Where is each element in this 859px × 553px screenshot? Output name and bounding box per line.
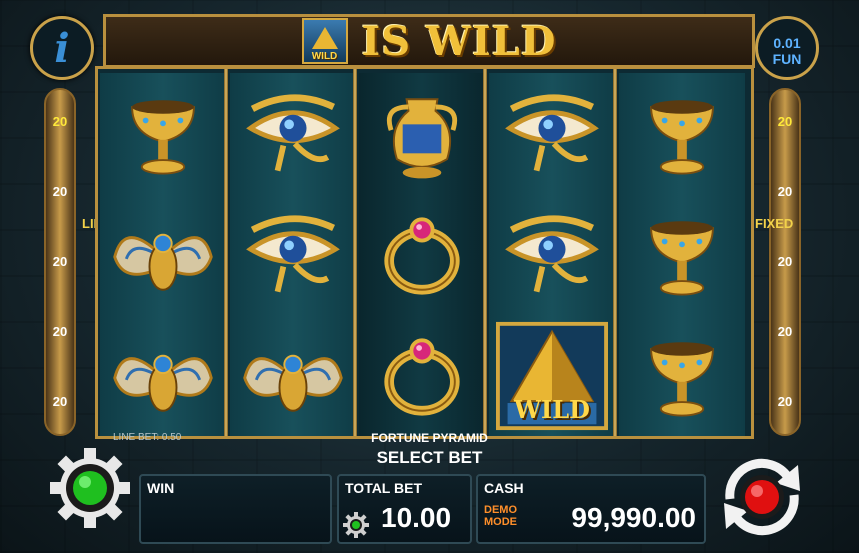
- line-number: 20: [52, 324, 68, 339]
- reel-5: [619, 73, 745, 436]
- info-button[interactable]: i: [30, 16, 94, 80]
- golden-chalice-icon: [650, 99, 714, 175]
- bet-settings-gear-icon[interactable]: [343, 512, 369, 538]
- denomination-display[interactable]: 0.01 FUN: [755, 16, 819, 80]
- spin-button[interactable]: [712, 447, 812, 552]
- cash-value: 99,990.00: [571, 502, 696, 533]
- info-icon: i: [54, 24, 70, 72]
- line-number: 20: [777, 254, 793, 269]
- gear-icon: [50, 448, 130, 528]
- win-panel: WIN: [139, 474, 332, 544]
- line-number: 20: [52, 254, 68, 269]
- total-bet-label: TOTAL BET: [345, 480, 422, 496]
- eye-of-horus-icon: [246, 93, 340, 171]
- line-number: 20: [52, 184, 68, 199]
- banner-title: IS WILD: [361, 17, 557, 65]
- banner: WILD IS WILD: [103, 14, 755, 68]
- wild-label: WILD: [514, 395, 590, 424]
- eye-of-horus-icon: [505, 214, 599, 292]
- banner-icon-label: WILD: [311, 51, 338, 62]
- line-number: 20: [777, 114, 793, 129]
- line-number: 20: [777, 324, 793, 339]
- symbol-golden-chalice: [619, 73, 745, 194]
- symbol-pyramid-wild: WILD: [489, 315, 615, 436]
- symbol-eye-of-horus: [489, 73, 615, 194]
- game-name: FORTUNE PYRAMID: [371, 431, 488, 445]
- lines-panel-left: 20 20 20 20 20: [44, 88, 76, 436]
- reel-2: [230, 73, 356, 436]
- golden-chalice-icon: [650, 341, 714, 417]
- ruby-ring-icon: [384, 216, 460, 295]
- lines-panel-right: 20 20 20 20 20: [769, 88, 801, 436]
- line-number: 20: [777, 394, 793, 409]
- scarab-icon: [113, 354, 213, 412]
- symbol-ruby-ring: [359, 315, 485, 436]
- symbol-eye-of-horus: [489, 194, 615, 315]
- reel-1: [100, 73, 226, 436]
- spin-arrows-icon: [724, 458, 800, 536]
- fixed-label: FIXED: [755, 215, 793, 233]
- reel-divider: [353, 69, 357, 436]
- settings-light: [73, 471, 107, 505]
- symbol-golden-vase: [359, 73, 485, 194]
- eye-of-horus-icon: [505, 93, 599, 171]
- symbol-scarab: [100, 315, 226, 436]
- symbol-golden-chalice: [619, 194, 745, 315]
- total-bet-panel[interactable]: TOTAL BET 10.00: [337, 474, 472, 544]
- line-number: 20: [52, 114, 68, 129]
- line-number: 20: [52, 394, 68, 409]
- cash-panel: CASH DEMO MODE 99,990.00: [476, 474, 706, 544]
- scarab-icon: [113, 233, 213, 291]
- ruby-ring-icon: [384, 337, 460, 416]
- demo-line-2: MODE: [484, 516, 517, 528]
- reel-divider: [224, 69, 228, 436]
- symbol-scarab: [100, 194, 226, 315]
- scarab-icon: [243, 354, 343, 412]
- symbol-ruby-ring: [359, 194, 485, 315]
- golden-chalice-icon: [131, 99, 195, 175]
- symbol-eye-of-horus: [230, 194, 356, 315]
- eye-of-horus-icon: [246, 214, 340, 292]
- symbol-golden-chalice: [100, 73, 226, 194]
- denomination-value: 0.01: [773, 35, 801, 51]
- spin-light: [745, 480, 779, 514]
- total-bet-value: 10.00: [381, 502, 452, 533]
- reel-area: WILD: [95, 66, 754, 439]
- reel-3: [359, 73, 485, 436]
- reel-divider: [613, 69, 617, 436]
- settings-button[interactable]: [48, 446, 132, 535]
- win-label: WIN: [147, 480, 175, 496]
- golden-vase-icon: [386, 97, 458, 178]
- lines-label: LINES: [82, 215, 120, 233]
- currency-label: FUN: [772, 51, 802, 67]
- demo-line-1: DEMO: [484, 504, 517, 516]
- line-number: 20: [777, 184, 793, 199]
- symbol-golden-chalice: [619, 315, 745, 436]
- symbol-eye-of-horus: [230, 73, 356, 194]
- symbol-scarab: [230, 315, 356, 436]
- reel-divider: [483, 69, 487, 436]
- golden-chalice-icon: [650, 220, 714, 296]
- cash-label: CASH: [484, 480, 524, 496]
- demo-mode-label: DEMO MODE: [484, 504, 517, 528]
- pyramid-wild-icon: WILD: [301, 18, 348, 64]
- reel-4: WILD: [489, 73, 615, 436]
